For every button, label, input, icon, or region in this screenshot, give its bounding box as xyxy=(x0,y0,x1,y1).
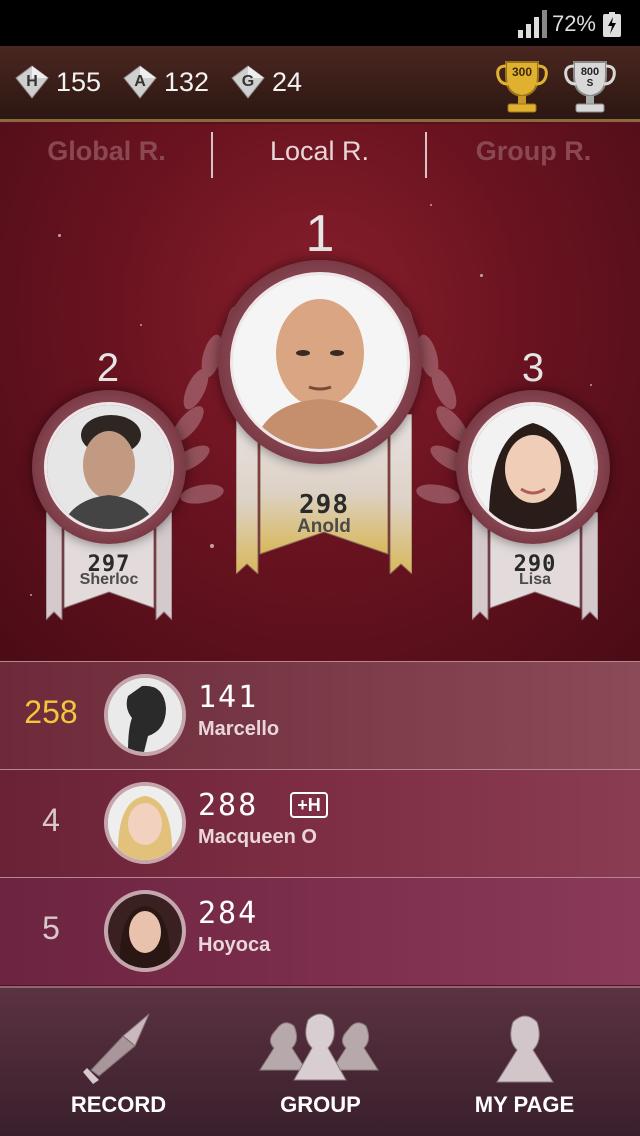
list-row[interactable]: 4 288 +H Macqueen O xyxy=(0,769,640,877)
rank-2-name: Sherloc xyxy=(79,571,139,588)
stat-h-value: 155 xyxy=(56,66,102,97)
nav-group[interactable]: GROUP xyxy=(214,988,427,1136)
nav-record-label: RECORD xyxy=(70,1092,167,1117)
nav-record[interactable]: RECORD xyxy=(12,988,225,1136)
silver-trophy-icon[interactable]: 800 S xyxy=(564,56,616,116)
sparkle xyxy=(430,204,432,206)
tab-global[interactable]: Global R. xyxy=(0,136,213,167)
svg-text:A: A xyxy=(134,73,146,90)
group-icon xyxy=(258,1013,379,1081)
list-row-self[interactable]: 258 141 Marcello xyxy=(0,661,640,769)
row-name: Marcello xyxy=(198,718,280,740)
row-avatar[interactable] xyxy=(104,674,186,756)
rank-3-avatar[interactable] xyxy=(468,402,598,532)
sparkle xyxy=(590,384,592,386)
row-score: 284 xyxy=(198,896,259,931)
person-silhouette-icon xyxy=(108,678,182,752)
sparkle xyxy=(30,594,32,596)
spear-icon xyxy=(82,1013,149,1084)
sparkle xyxy=(140,324,142,326)
nav-mypage[interactable]: MY PAGE xyxy=(418,988,631,1136)
stat-g-value: 24 xyxy=(272,66,303,97)
row-name: Hoyoca xyxy=(198,934,271,956)
list-row[interactable]: 5 284 Hoyoca xyxy=(0,877,640,985)
app-root: 72% H 155 A 132 G 24 300 800 S Global R.… xyxy=(0,0,640,1136)
ranking-area: Global R. Local R. Group R. 1 298 Anold … xyxy=(0,124,640,662)
svg-text:G: G xyxy=(242,73,254,90)
h-gem-icon: H xyxy=(15,65,49,99)
row-avatar[interactable] xyxy=(104,890,186,972)
person-silhouette-icon xyxy=(47,405,171,529)
row-score: 141 xyxy=(198,680,259,715)
status-bar: 72% xyxy=(0,0,640,46)
nav-mypage-label: MY PAGE xyxy=(474,1092,575,1117)
nav-group-label: GROUP xyxy=(280,1092,361,1117)
stat-a: A 132 xyxy=(122,62,209,102)
stat-g: G 24 xyxy=(230,62,302,102)
ranking-tabs: Global R. Local R. Group R. xyxy=(0,124,640,184)
row-score: 288 xyxy=(198,788,259,823)
person-icon xyxy=(495,1015,554,1083)
signal-icon xyxy=(518,10,547,38)
bottom-nav: RECORD GROUP MY PAGE xyxy=(0,986,640,1136)
svg-text:300: 300 xyxy=(512,65,532,79)
rank-3-name: Lisa xyxy=(518,571,551,588)
gold-trophy-icon[interactable]: 300 xyxy=(496,56,548,116)
a-gem-icon: A xyxy=(123,65,157,99)
tab-group[interactable]: Group R. xyxy=(427,136,640,167)
sparkle xyxy=(58,234,61,237)
g-gem-icon: G xyxy=(231,65,265,99)
svg-text:H: H xyxy=(26,73,38,90)
battery-charging-icon xyxy=(603,12,621,37)
rank-1-number: 1 xyxy=(305,205,335,263)
person-silhouette-icon xyxy=(108,894,182,968)
stats-bar: H 155 A 132 G 24 300 800 S xyxy=(0,46,640,122)
rank-1-name: Anold xyxy=(297,516,351,537)
battery-percent: 72% xyxy=(551,11,596,36)
tab-local[interactable]: Local R. xyxy=(213,136,426,167)
svg-text:S: S xyxy=(587,78,594,89)
svg-text:800: 800 xyxy=(581,66,599,78)
stat-a-value: 132 xyxy=(164,66,210,97)
stat-h: H 155 xyxy=(14,62,101,102)
rank-1-avatar[interactable] xyxy=(230,272,410,452)
person-silhouette-icon xyxy=(108,786,182,860)
row-avatar[interactable] xyxy=(104,782,186,864)
row-rank: 258 xyxy=(24,694,78,730)
rank-3-number: 3 xyxy=(521,346,545,390)
rank-2-number: 2 xyxy=(96,346,120,390)
row-rank: 5 xyxy=(42,910,60,946)
sparkle xyxy=(480,274,483,277)
person-silhouette-icon xyxy=(471,405,595,529)
h-plus-badge: +H xyxy=(290,792,328,818)
row-rank: 4 xyxy=(42,802,60,838)
row-name: Macqueen O xyxy=(198,826,317,848)
person-silhouette-icon xyxy=(233,275,407,449)
rank-2-avatar[interactable] xyxy=(44,402,174,532)
